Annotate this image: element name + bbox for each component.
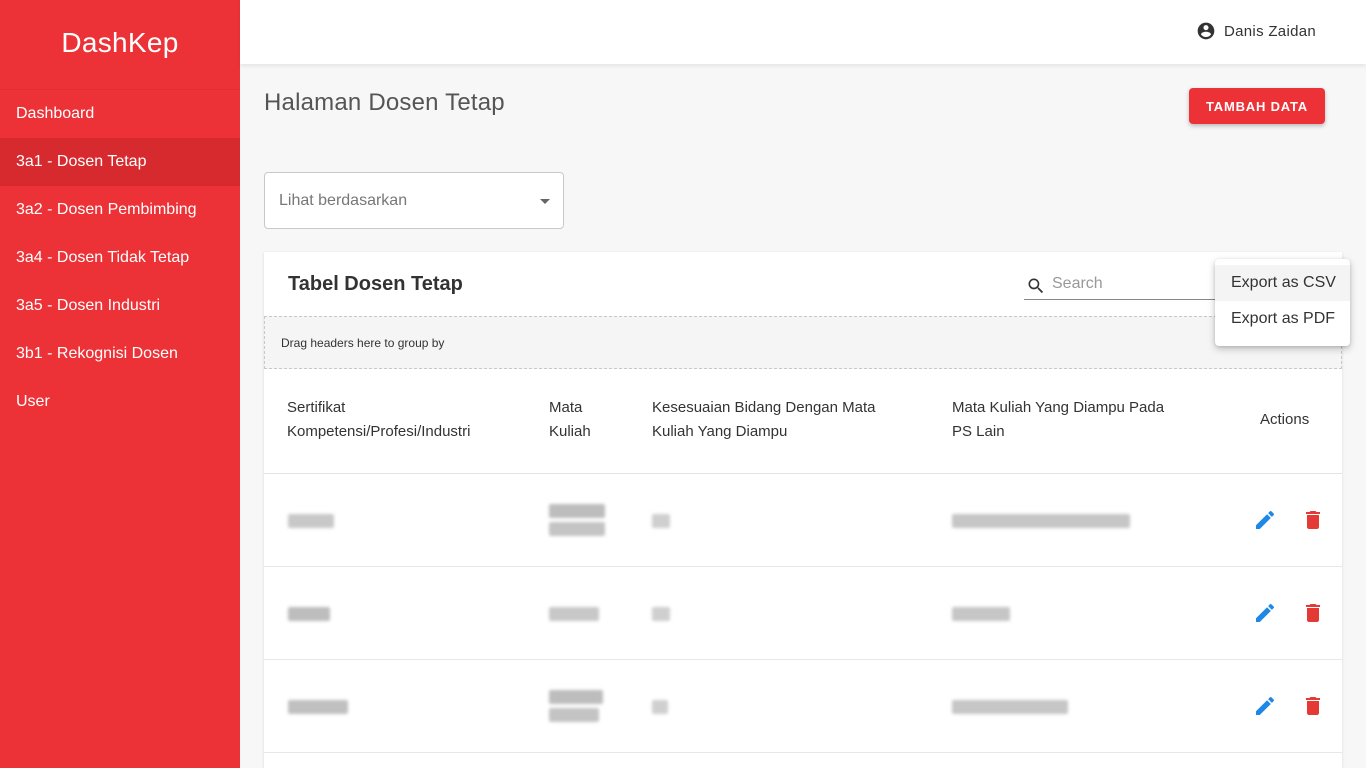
sidebar-item-dosen-pembimbing[interactable]: 3a2 - Dosen Pembimbing: [0, 186, 240, 234]
redacted-cell: [288, 607, 330, 621]
brand-logo[interactable]: DashKep: [0, 0, 240, 90]
redacted-cell: [652, 700, 668, 714]
sidebar-item-dashboard[interactable]: Dashboard: [0, 90, 240, 138]
export-menu: Export as CSV Export as PDF: [1215, 259, 1350, 346]
column-header-text: Sertifikat: [287, 399, 346, 416]
column-header-text: Mata: [549, 399, 583, 416]
user-menu[interactable]: Danis Zaidan: [1196, 21, 1316, 41]
redacted-cell: [288, 700, 348, 714]
sidebar-item-dosen-tidak-tetap[interactable]: 3a4 - Dosen Tidak Tetap: [0, 234, 240, 282]
column-header-actions: Actions: [1260, 411, 1310, 428]
table-header: Sertifikat Kompetensi/Profesi/Industri M…: [264, 369, 1342, 474]
sidebar-item-dosen-industri[interactable]: 3a5 - Dosen Industri: [0, 282, 240, 330]
column-header-text: Kuliah Yang Diampu: [652, 423, 788, 440]
redacted-cell: [549, 522, 605, 536]
edit-icon[interactable]: [1253, 508, 1277, 532]
column-header-text: Kesesuaian Bidang Dengan Mata: [652, 399, 876, 416]
table-row: [264, 567, 1342, 660]
delete-icon[interactable]: [1301, 694, 1325, 718]
delete-icon[interactable]: [1301, 601, 1325, 625]
sidebar: DashKep Dashboard 3a1 - Dosen Tetap 3a2 …: [0, 0, 240, 768]
sidebar-item-user[interactable]: User: [0, 378, 240, 426]
column-header-text: Mata Kuliah Yang Diampu Pada: [952, 399, 1165, 416]
redacted-cell: [952, 514, 1130, 528]
table-row: [264, 660, 1342, 753]
search-icon: [1028, 278, 1044, 294]
sidebar-item-rekognisi-dosen[interactable]: 3b1 - Rekognisi Dosen: [0, 330, 240, 378]
redacted-cell: [952, 607, 1010, 621]
filter-select[interactable]: Lihat berdasarkan: [264, 172, 564, 229]
redacted-cell: [288, 514, 334, 528]
column-header-text: PS Lain: [952, 423, 1005, 440]
redacted-cell: [952, 700, 1068, 714]
column-header-mk-ps-lain[interactable]: Mata Kuliah Yang Diampu Pada PS Lain: [952, 396, 1164, 444]
add-data-button[interactable]: TAMBAH DATA: [1189, 88, 1325, 124]
sidebar-item-dosen-tetap[interactable]: 3a1 - Dosen Tetap: [0, 138, 240, 186]
delete-icon[interactable]: [1301, 508, 1325, 532]
page-title: Halaman Dosen Tetap: [264, 89, 505, 116]
export-pdf-menu-item[interactable]: Export as PDF: [1215, 301, 1350, 337]
column-header-text: Kompetensi/Profesi/Industri: [287, 423, 471, 440]
account-circle-icon: [1197, 22, 1215, 40]
group-by-dropzone[interactable]: Drag headers here to group by: [264, 316, 1342, 369]
redacted-cell: [549, 504, 605, 518]
user-name: Danis Zaidan: [1224, 22, 1316, 40]
edit-icon[interactable]: [1253, 601, 1277, 625]
group-by-hint: Drag headers here to group by: [281, 336, 445, 350]
redacted-cell: [652, 607, 670, 621]
top-bar: Danis Zaidan: [240, 0, 1366, 64]
search-input[interactable]: [1052, 272, 1222, 296]
column-header-mata-kuliah[interactable]: Mata Kuliah: [549, 396, 591, 444]
redacted-cell: [549, 690, 603, 704]
redacted-cell: [549, 708, 599, 722]
column-header-sertifikat[interactable]: Sertifikat Kompetensi/Profesi/Industri: [287, 396, 470, 444]
redacted-cell: [549, 607, 599, 621]
column-header-kesesuaian-bidang[interactable]: Kesesuaian Bidang Dengan Mata Kuliah Yan…: [652, 396, 876, 444]
dropdown-arrow-icon: [540, 199, 550, 204]
table-search: [1024, 270, 1224, 300]
sidebar-nav: Dashboard 3a1 - Dosen Tetap 3a2 - Dosen …: [0, 90, 240, 426]
table-card: Tabel Dosen Tetap Drag headers here to g…: [264, 252, 1342, 768]
table-title: Tabel Dosen Tetap: [288, 273, 463, 295]
redacted-cell: [652, 514, 670, 528]
column-header-text: Kuliah: [549, 423, 591, 440]
export-csv-menu-item[interactable]: Export as CSV: [1215, 265, 1350, 301]
filter-select-placeholder: Lihat berdasarkan: [279, 192, 408, 209]
edit-icon[interactable]: [1253, 694, 1277, 718]
table-row: [264, 474, 1342, 567]
